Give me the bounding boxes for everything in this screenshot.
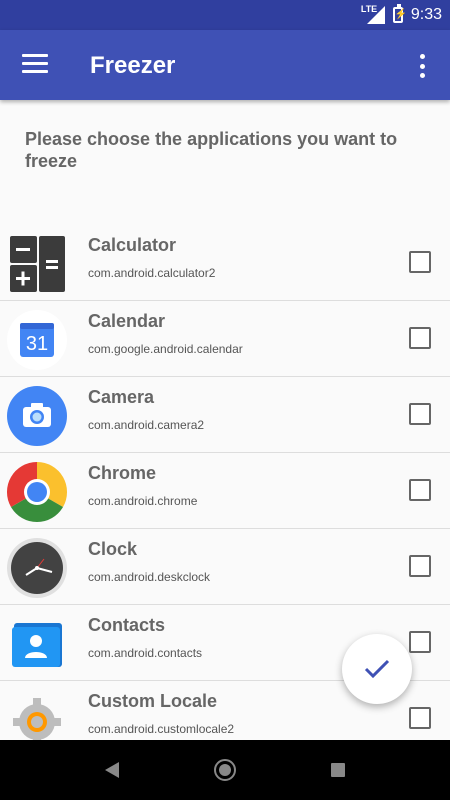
status-bar: LTE ⚡ 9:33	[0, 0, 450, 30]
app-package: com.android.deskclock	[88, 570, 211, 584]
battery-icon: ⚡	[392, 4, 407, 23]
freeze-checkbox[interactable]	[409, 479, 431, 501]
freeze-checkbox[interactable]	[409, 631, 431, 653]
status-time: 9:33	[410, 6, 442, 23]
app-package: com.android.customlocale2	[88, 722, 235, 736]
more-vert-icon[interactable]	[412, 52, 432, 80]
list-item-clock[interactable]: Clock com.android.deskclock	[0, 529, 450, 605]
app-package: com.android.camera2	[88, 418, 205, 432]
app-name: Camera	[88, 387, 155, 407]
network-type-label: LTE	[360, 4, 378, 14]
app-name: Chrome	[88, 463, 157, 483]
home-icon[interactable]	[214, 759, 236, 781]
confirm-fab-button[interactable]	[342, 634, 412, 704]
chrome-icon	[6, 461, 68, 523]
system-nav-bar	[0, 740, 450, 800]
back-icon[interactable]	[105, 762, 119, 778]
app-package: com.google.android.calendar	[88, 342, 243, 356]
calculator-icon	[6, 233, 68, 295]
calendar-icon: 31	[6, 309, 68, 371]
freeze-checkbox[interactable]	[409, 707, 431, 729]
hamburger-menu-icon[interactable]	[22, 54, 48, 76]
app-name: Clock	[88, 539, 138, 559]
list-item-calendar[interactable]: 31 Calendar com.google.android.calendar	[0, 301, 450, 377]
app-package: com.android.calculator2	[88, 266, 216, 280]
clock-icon	[6, 537, 68, 599]
signal-icon: LTE	[360, 4, 385, 24]
contacts-icon	[6, 613, 68, 675]
app-title: Freezer	[90, 52, 176, 79]
freeze-checkbox[interactable]	[409, 403, 431, 425]
app-name: Calculator	[88, 235, 177, 255]
freeze-checkbox[interactable]	[409, 327, 431, 349]
camera-icon	[6, 385, 68, 447]
app-name: Calendar	[88, 311, 166, 331]
check-icon	[364, 659, 390, 679]
list-item-calculator[interactable]: Calculator com.android.calculator2	[0, 225, 450, 301]
app-name: Contacts	[88, 615, 166, 635]
app-bar: Freezer	[0, 30, 450, 100]
recent-apps-icon[interactable]	[331, 763, 345, 777]
freeze-checkbox[interactable]	[409, 251, 431, 273]
svg-text:31: 31	[26, 333, 48, 355]
app-package: com.android.contacts	[88, 646, 203, 660]
instruction-text: Please choose the applications you want …	[25, 129, 398, 171]
app-package: com.android.chrome	[88, 494, 198, 508]
freeze-checkbox[interactable]	[409, 555, 431, 577]
app-name: Custom Locale	[88, 691, 218, 711]
list-item-camera[interactable]: Camera com.android.camera2	[0, 377, 450, 453]
list-item-chrome[interactable]: Chrome com.android.chrome	[0, 453, 450, 529]
